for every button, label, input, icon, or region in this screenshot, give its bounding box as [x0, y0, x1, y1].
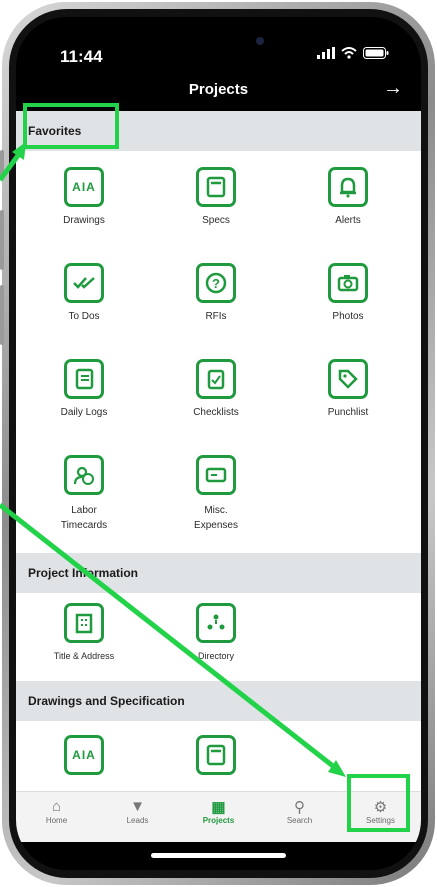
annotation-arrows	[0, 142, 346, 777]
